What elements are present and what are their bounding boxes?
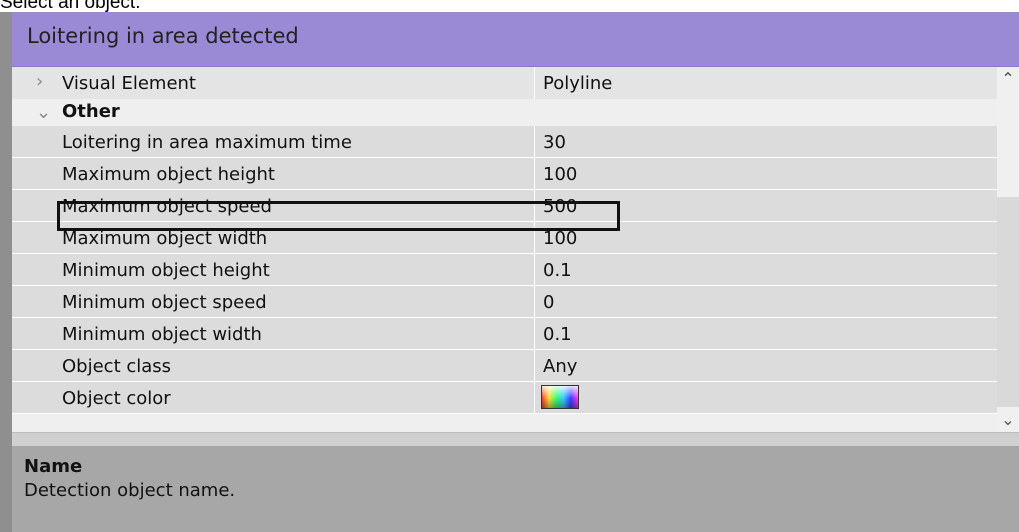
property-name: Minimum object speed [62, 292, 267, 313]
property-value[interactable]: 100 [543, 228, 577, 249]
column-divider [534, 254, 535, 286]
property-name: Visual Element [62, 73, 196, 94]
color-swatch[interactable] [541, 385, 579, 409]
scroll-thumb[interactable] [997, 197, 1019, 407]
column-divider [534, 350, 535, 382]
property-grid: › Visual Element Polyline ⌄ Other Loiter… [12, 67, 997, 432]
scroll-down-icon[interactable]: ⌄ [997, 410, 1019, 430]
category-name: Other [62, 101, 120, 122]
description-title: Name [24, 456, 83, 477]
property-name: Minimum object height [62, 260, 270, 281]
column-divider [534, 158, 535, 190]
property-name: Minimum object width [62, 324, 262, 345]
vertical-scrollbar[interactable]: ⌃ ⌄ [997, 67, 1019, 432]
column-divider [534, 318, 535, 350]
column-divider [534, 286, 535, 318]
description-text: Detection object name. [24, 480, 236, 501]
property-value[interactable]: 100 [543, 164, 577, 185]
column-divider [534, 126, 535, 158]
property-name: Object class [62, 356, 172, 377]
property-row[interactable]: Minimum object width 0.1 [12, 318, 997, 350]
property-value[interactable]: 0.1 [543, 260, 572, 281]
property-value[interactable]: 0.1 [543, 324, 572, 345]
properties-panel: Loitering in area detected › Visual Elem… [0, 12, 1019, 532]
panel-title: Loitering in area detected [27, 24, 299, 48]
property-row[interactable]: Minimum object speed 0 [12, 286, 997, 318]
highlight-box [57, 201, 620, 231]
property-row[interactable]: Object class Any [12, 350, 997, 382]
property-value[interactable]: Any [543, 356, 577, 377]
property-row-visual-element[interactable]: › Visual Element Polyline [12, 67, 997, 99]
panel-splitter[interactable] [12, 432, 1019, 446]
description-pane: Name Detection object name. [12, 446, 1019, 532]
property-value[interactable]: Polyline [543, 73, 612, 94]
property-name: Loitering in area maximum time [62, 132, 352, 153]
chevron-down-icon[interactable]: ⌄ [36, 102, 56, 123]
property-row[interactable]: Object color [12, 382, 997, 414]
property-value[interactable]: 0 [543, 292, 554, 313]
category-row-other[interactable]: ⌄ Other [12, 100, 997, 126]
property-value[interactable]: 30 [543, 132, 566, 153]
property-row[interactable]: Loitering in area maximum time 30 [12, 126, 997, 158]
column-divider [534, 382, 535, 414]
scroll-up-icon[interactable]: ⌃ [997, 69, 1019, 89]
property-row[interactable]: Minimum object height 0.1 [12, 254, 997, 286]
property-name: Maximum object width [62, 228, 268, 249]
property-row[interactable]: Maximum object height 100 [12, 158, 997, 190]
panel-title-bar: Loitering in area detected [12, 12, 1019, 67]
caption-text: Select an object. [0, 0, 141, 13]
panel-inner: Loitering in area detected › Visual Elem… [12, 12, 1019, 532]
property-name: Maximum object height [62, 164, 275, 185]
property-name: Object color [62, 388, 171, 409]
chevron-right-icon[interactable]: › [36, 71, 56, 92]
column-divider [534, 67, 535, 99]
